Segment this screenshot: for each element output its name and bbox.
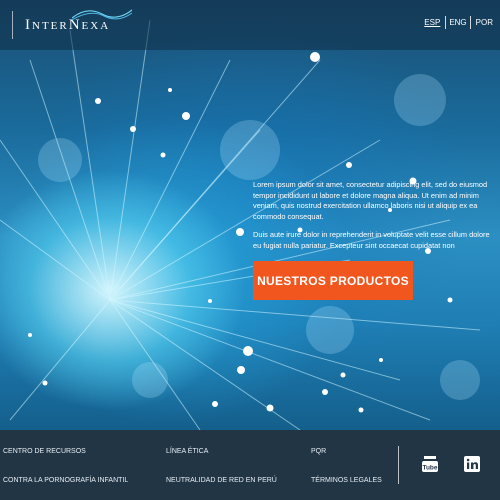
footer-divider	[398, 446, 399, 484]
hero-paragraph-2: Duis aute irure dolor in reprehenderit i…	[253, 230, 490, 250]
footer-link-contra-pornografia-infantil[interactable]: CONTRA LA PORNOGRAFÍA INFANTIL	[3, 477, 128, 484]
lang-eng[interactable]: ENG	[445, 16, 471, 29]
footer-link-centro-de-recursos[interactable]: CENTRO DE RECURSOS	[3, 448, 86, 455]
footer-link-linea-etica[interactable]: LÍNEA ÉTICA	[166, 448, 208, 455]
logo-divider	[12, 11, 13, 39]
svg-text:Tube: Tube	[422, 465, 437, 472]
nuestros-productos-button[interactable]: NUESTROS PRODUCTOS	[253, 261, 413, 300]
lang-esp[interactable]: ESP	[421, 16, 443, 29]
footer-link-neutralidad-de-red[interactable]: NEUTRALIDAD DE RED EN PERÚ	[166, 477, 277, 484]
linkedin-icon[interactable]	[463, 456, 481, 472]
internexa-logo[interactable]: InterNexa	[12, 9, 132, 40]
footer-link-pqr[interactable]: PQR	[311, 448, 326, 455]
lang-por[interactable]: POR	[473, 16, 496, 29]
footer-link-terminos-legales[interactable]: TÉRMINOS LEGALES	[311, 477, 382, 484]
youtube-icon[interactable]: Tube	[421, 456, 439, 472]
hero-copy: Lorem ipsum dolor sit amet, consectetur …	[253, 180, 498, 259]
language-selector: ESP ENG POR	[421, 16, 496, 29]
top-bar: InterNexa ESP ENG POR	[0, 0, 500, 50]
hero-paragraph-1: Lorem ipsum dolor sit amet, consectetur …	[253, 180, 488, 221]
logo-wave-icon	[72, 9, 132, 21]
page: InterNexa ESP ENG POR Lorem ipsum dolor …	[0, 0, 500, 500]
